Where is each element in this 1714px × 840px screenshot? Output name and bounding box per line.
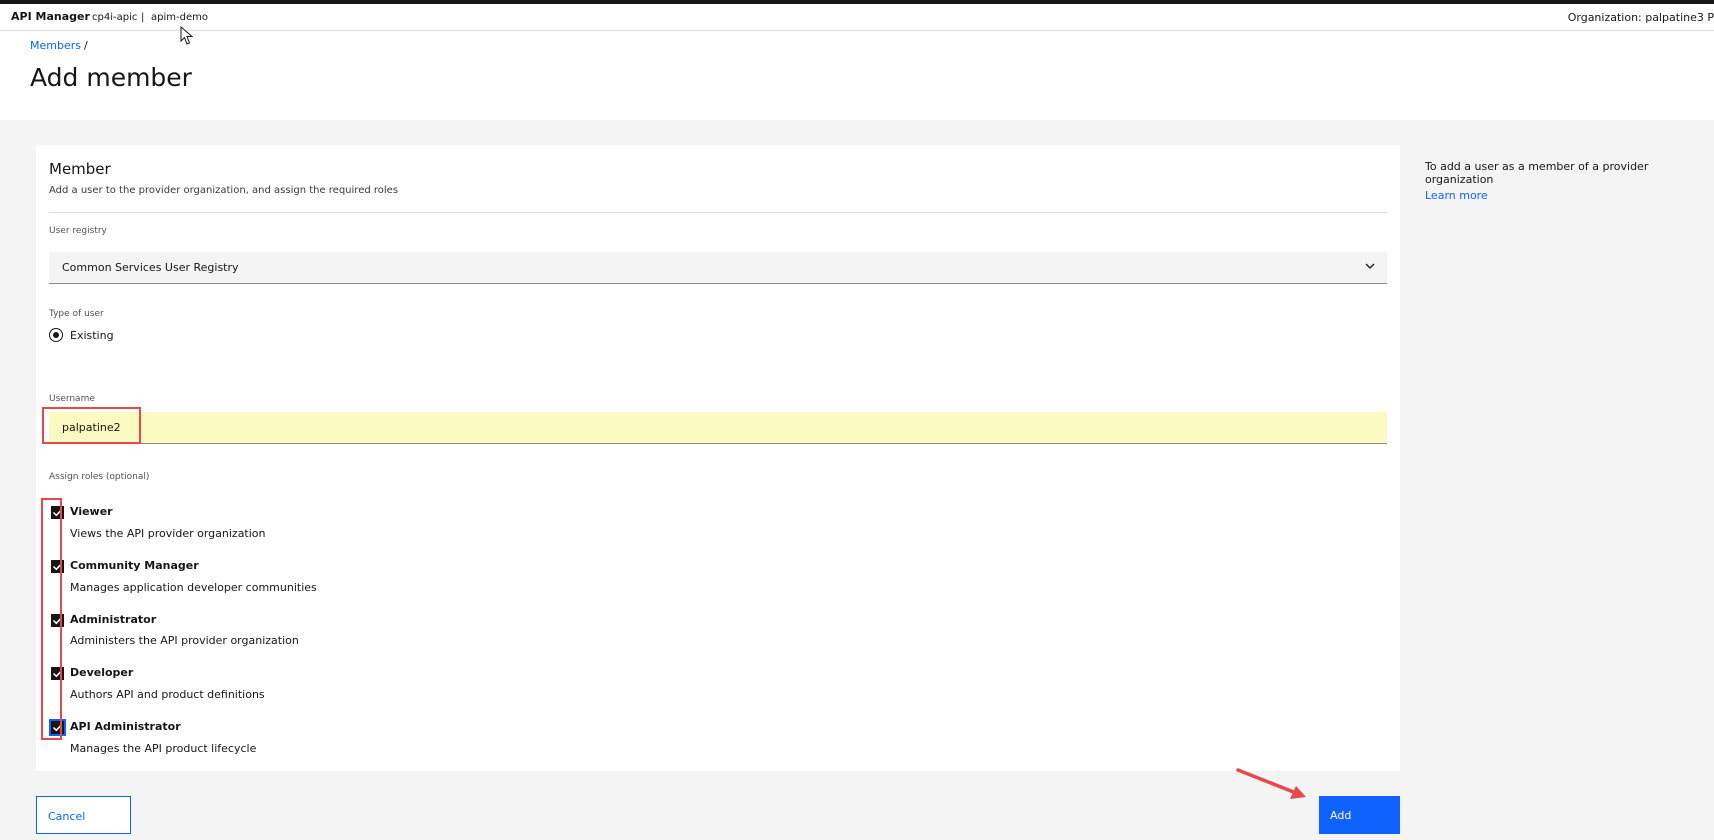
username-input[interactable]: palpatine2 [49, 412, 1387, 444]
context-provider[interactable]: cp4i-apic [92, 12, 137, 23]
context-separator: | [141, 12, 145, 23]
learn-more-link[interactable]: Learn more [1425, 189, 1488, 202]
add-button[interactable]: Add [1319, 796, 1400, 834]
roles-highlight-box [41, 498, 62, 740]
username-label: Username [49, 394, 95, 404]
user-registry-label: User registry [49, 226, 107, 236]
page-header: Members / Add member [0, 31, 1714, 120]
viewer-role-name[interactable]: Viewer [70, 505, 113, 518]
app-name[interactable]: API Manager [11, 10, 90, 23]
chevron-down-icon [1365, 263, 1375, 269]
add-button-label: Add [1330, 809, 1352, 822]
type-of-user-label: Type of user [49, 309, 104, 319]
api-administrator-role-desc: Manages the API product lifecycle [70, 742, 257, 755]
viewer-role-desc: Views the API provider organization [70, 527, 266, 540]
form-title: Member [49, 160, 111, 178]
help-text: To add a user as a member of a provider … [1425, 160, 1649, 186]
username-highlight-box [42, 407, 141, 444]
organization-value: palpatine3 P [1645, 11, 1714, 24]
administrator-role-name[interactable]: Administrator [70, 613, 156, 626]
form-subtitle: Add a user to the provider organization,… [49, 185, 399, 196]
community-manager-role-desc: Manages application developer communitie… [70, 581, 317, 594]
page-title: Add member [30, 63, 192, 92]
existing-user-radio[interactable] [49, 328, 63, 342]
cancel-button[interactable]: Cancel [36, 796, 131, 834]
app-header: API Manager cp4i-apic | apim-demo Organi… [0, 4, 1714, 31]
breadcrumb-members-link[interactable]: Members [30, 39, 81, 52]
administrator-role-desc: Administers the API provider organizatio… [70, 634, 299, 647]
developer-role-name[interactable]: Developer [70, 666, 133, 679]
cancel-button-label: Cancel [48, 810, 86, 823]
community-manager-role-name[interactable]: Community Manager [70, 559, 199, 572]
form-divider [49, 212, 1387, 213]
user-registry-value: Common Services User Registry [62, 261, 239, 274]
mouse-pointer-icon [180, 26, 194, 45]
context-catalog[interactable]: apim-demo [151, 12, 208, 23]
member-form-card: Member Add a user to the provider organi… [36, 145, 1400, 771]
api-administrator-role-name[interactable]: API Administrator [70, 720, 181, 733]
organization-label: Organization: [1567, 11, 1642, 24]
organization-switcher[interactable]: Organization: palpatine3 P [1568, 11, 1714, 24]
assign-roles-label: Assign roles (optional) [49, 472, 150, 482]
red-arrow-annotation-icon [1236, 768, 1306, 799]
user-registry-select[interactable]: Common Services User Registry [49, 252, 1387, 284]
existing-user-radio-label[interactable]: Existing [70, 329, 114, 342]
developer-role-desc: Authors API and product definitions [70, 688, 265, 701]
breadcrumb-separator: / [84, 39, 88, 52]
